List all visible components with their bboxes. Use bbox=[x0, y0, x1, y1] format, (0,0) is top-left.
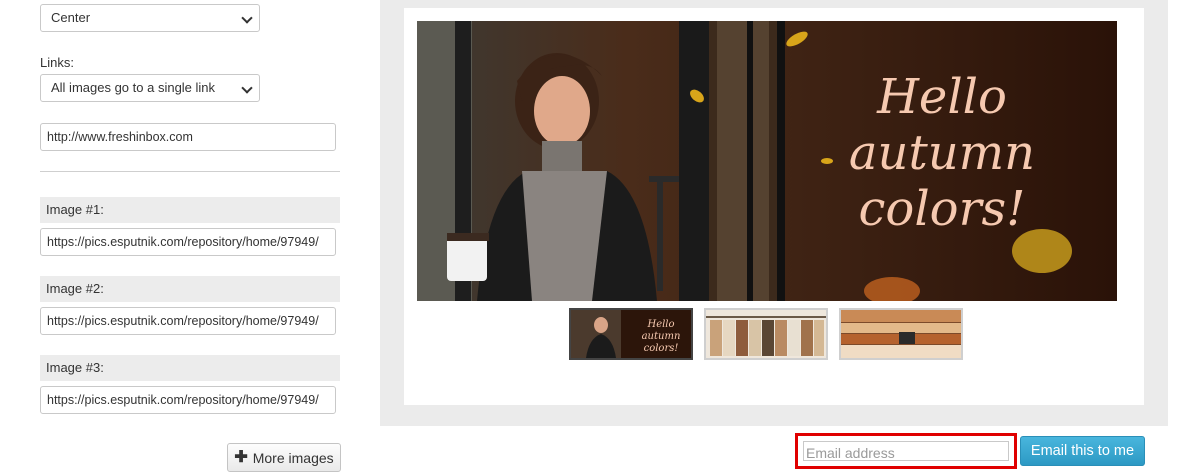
links-select-value: All images go to a single link bbox=[51, 80, 216, 95]
image-2-url-input[interactable]: https://pics.esputnik.com/repository/hom… bbox=[40, 307, 336, 335]
image-3-label: Image #3: bbox=[40, 355, 340, 381]
chevron-down-icon bbox=[241, 12, 253, 24]
image-1-label: Image #1: bbox=[40, 197, 340, 223]
thumbnail-3[interactable] bbox=[839, 308, 963, 360]
image-2-label: Image #2: bbox=[40, 276, 340, 302]
email-this-to-me-button[interactable]: Email this to me bbox=[1020, 436, 1145, 466]
thumbnail-2-image bbox=[706, 310, 826, 358]
more-images-label: More images bbox=[252, 449, 334, 466]
thumbnail-1-image: Hello autumn colors! bbox=[571, 310, 691, 358]
more-images-button[interactable]: ✚ More images bbox=[227, 443, 341, 472]
chevron-down-icon bbox=[241, 82, 253, 94]
email-highlight-box: Email address bbox=[795, 433, 1017, 469]
thumbnail-2[interactable] bbox=[704, 308, 828, 360]
thumbnail-1[interactable]: Hello autumn colors! bbox=[569, 308, 693, 360]
plus-icon: ✚ bbox=[234, 448, 248, 466]
hero-text-line-2: autumn bbox=[849, 125, 1035, 181]
thumb-text-line-2: autumn bbox=[642, 331, 681, 342]
hero-text-line-1: Hello bbox=[876, 69, 1007, 125]
link-url-input[interactable]: http://www.freshinbox.com bbox=[40, 123, 336, 151]
email-input[interactable]: Email address bbox=[803, 441, 1009, 461]
alignment-select[interactable]: Center bbox=[40, 4, 260, 32]
alignment-select-value: Center bbox=[51, 10, 91, 25]
divider bbox=[40, 171, 340, 172]
image-1-url-input[interactable]: https://pics.esputnik.com/repository/hom… bbox=[40, 228, 336, 256]
thumbnail-3-image bbox=[841, 310, 961, 358]
thumb-text-line-3: colors! bbox=[644, 343, 679, 354]
links-select[interactable]: All images go to a single link bbox=[40, 74, 260, 102]
thumb-text-line-1: Hello bbox=[646, 319, 674, 330]
hero-illustration: Hello autumn colors! bbox=[417, 21, 1117, 301]
links-label: Links: bbox=[40, 55, 74, 70]
image-3-url-input[interactable]: https://pics.esputnik.com/repository/hom… bbox=[40, 386, 336, 414]
hero-text-line-3: colors! bbox=[859, 181, 1026, 237]
hero-image[interactable]: Hello autumn colors! bbox=[417, 21, 1117, 301]
